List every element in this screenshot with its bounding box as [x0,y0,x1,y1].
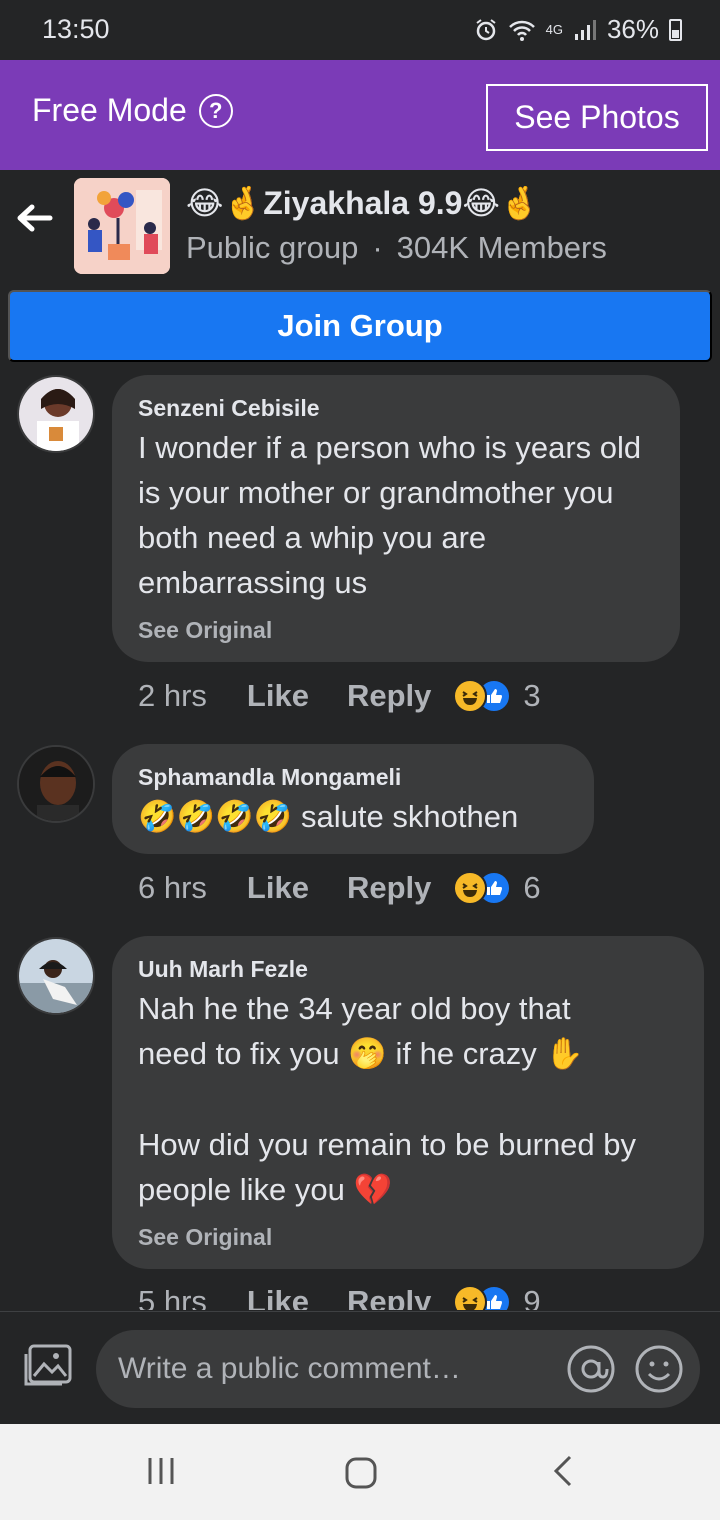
see-original-link[interactable]: See Original [138,1224,272,1251]
like-link[interactable]: Like [247,870,309,906]
at-icon[interactable] [566,1344,616,1394]
comment-line-part: if he crazy [395,1036,537,1071]
comment-line: need to fix you 🤭 if he crazy ✋ [138,1031,698,1077]
free-mode-bar: Free Mode ? See Photos [0,60,720,170]
see-original-link[interactable]: See Original [138,617,272,644]
group-header: 😂🤞Ziyakhala 9.9😂🤞 Public group · 304K Memb… [0,170,720,282]
wifi-icon [508,20,535,41]
battery-percent: 36% [606,14,659,44]
comment-text: 🤣🤣🤣🤣 salute skhothen [138,794,588,840]
comment-time: 2 hrs [138,678,207,713]
comment-actions: 6 hrs Like Reply 6 [138,870,541,906]
comment-line: How did you remain to be burned by [138,1127,637,1162]
crossed-fingers-emoji: 🤞 [499,184,540,222]
reply-link[interactable]: Reply [347,678,431,714]
joy-emoji: 😂 [462,184,500,222]
group-title-text: Ziyakhala 9.9 [263,185,463,221]
comment-line: people like you 💔 [138,1167,698,1213]
status-time: 13:50 [42,14,110,44]
comment-input[interactable]: Write a public comment… [96,1330,700,1408]
reaction-summary[interactable] [453,871,512,905]
home-icon[interactable] [344,1456,378,1490]
help-icon[interactable]: ? [198,93,233,128]
reaction-summary[interactable] [453,1285,512,1310]
avatar[interactable] [17,375,95,453]
photo-icon[interactable] [22,1342,74,1390]
group-title[interactable]: 😂🤞Ziyakhala 9.9😂🤞 [186,184,540,222]
group-privacy: Public group [186,230,359,265]
reaction-count[interactable]: 3 [523,678,540,714]
reply-link[interactable]: Reply [347,1284,431,1310]
avatar[interactable] [17,937,95,1015]
compose-bar: Write a public comment… [0,1311,720,1424]
reaction-count[interactable]: 6 [523,870,540,906]
network-type: 4G [545,22,563,37]
comment-text: Nah he the 34 year old boy that need to … [138,986,698,1213]
reaction-count[interactable]: 9 [523,1284,540,1310]
recent-apps-icon[interactable] [146,1456,176,1486]
reaction-summary[interactable] [453,679,512,713]
comment-line: Nah he the 34 year old boy that [138,991,571,1026]
system-nav-bar [0,1424,720,1520]
comment-time: 6 hrs [138,870,207,905]
avatar[interactable] [17,745,95,823]
raised-hand-emoji: ✋ [545,1036,585,1072]
like-link[interactable]: Like [247,678,309,714]
battery-icon [669,18,682,41]
crossed-fingers-emoji: 🤞 [223,184,264,222]
group-members[interactable]: 304K Members [397,230,607,265]
comment-text-plain: salute skhothen [301,799,519,834]
signal-icon [574,19,596,40]
haha-reaction-icon [453,1285,488,1310]
haha-reaction-icon [453,871,488,905]
haha-reaction-icon [453,679,488,713]
comment-text: I wonder if a person who is years old is… [138,430,642,600]
comment-line-part: need to fix you [138,1036,340,1071]
like-link[interactable]: Like [247,1284,309,1310]
status-bar: 13:50 4G 36% [0,0,720,60]
comment-input-placeholder: Write a public comment… [118,1352,461,1385]
group-thumbnail[interactable] [74,178,170,274]
group-meta: Public group · 304K Members [186,230,607,266]
free-mode-text: Free Mode [32,92,187,128]
comments-list: Senzeni Cebisile I wonder if a person wh… [0,362,720,1310]
comment-actions: 5 hrs Like Reply 9 [138,1284,541,1310]
comment-author[interactable]: Senzeni Cebisile [138,395,320,422]
joy-emoji: 😂 [186,184,224,222]
emoji-icon[interactable] [634,1344,684,1394]
nav-back-icon[interactable] [550,1454,576,1488]
join-group-button[interactable]: Join Group [8,290,712,362]
reply-link[interactable]: Reply [347,870,431,906]
alarm-icon [476,18,496,40]
comment-author[interactable]: Sphamandla Mongameli [138,764,401,791]
free-mode-label[interactable]: Free Mode ? [32,92,233,129]
broken-heart-emoji: 💔 [353,1172,393,1208]
meta-separator: · [372,230,383,265]
back-arrow-icon[interactable] [14,198,54,238]
hand-over-mouth-emoji: 🤭 [348,1036,387,1072]
comment-author[interactable]: Uuh Marh Fezle [138,956,308,983]
comment-line-part: people like you [138,1172,345,1207]
comment-actions: 2 hrs Like Reply 3 [138,678,541,714]
rofl-emoji: 🤣🤣🤣🤣 [138,799,293,835]
status-icons: 4G 36% [474,14,682,45]
comment-time: 5 hrs [138,1284,207,1310]
see-photos-button[interactable]: See Photos [486,84,708,151]
